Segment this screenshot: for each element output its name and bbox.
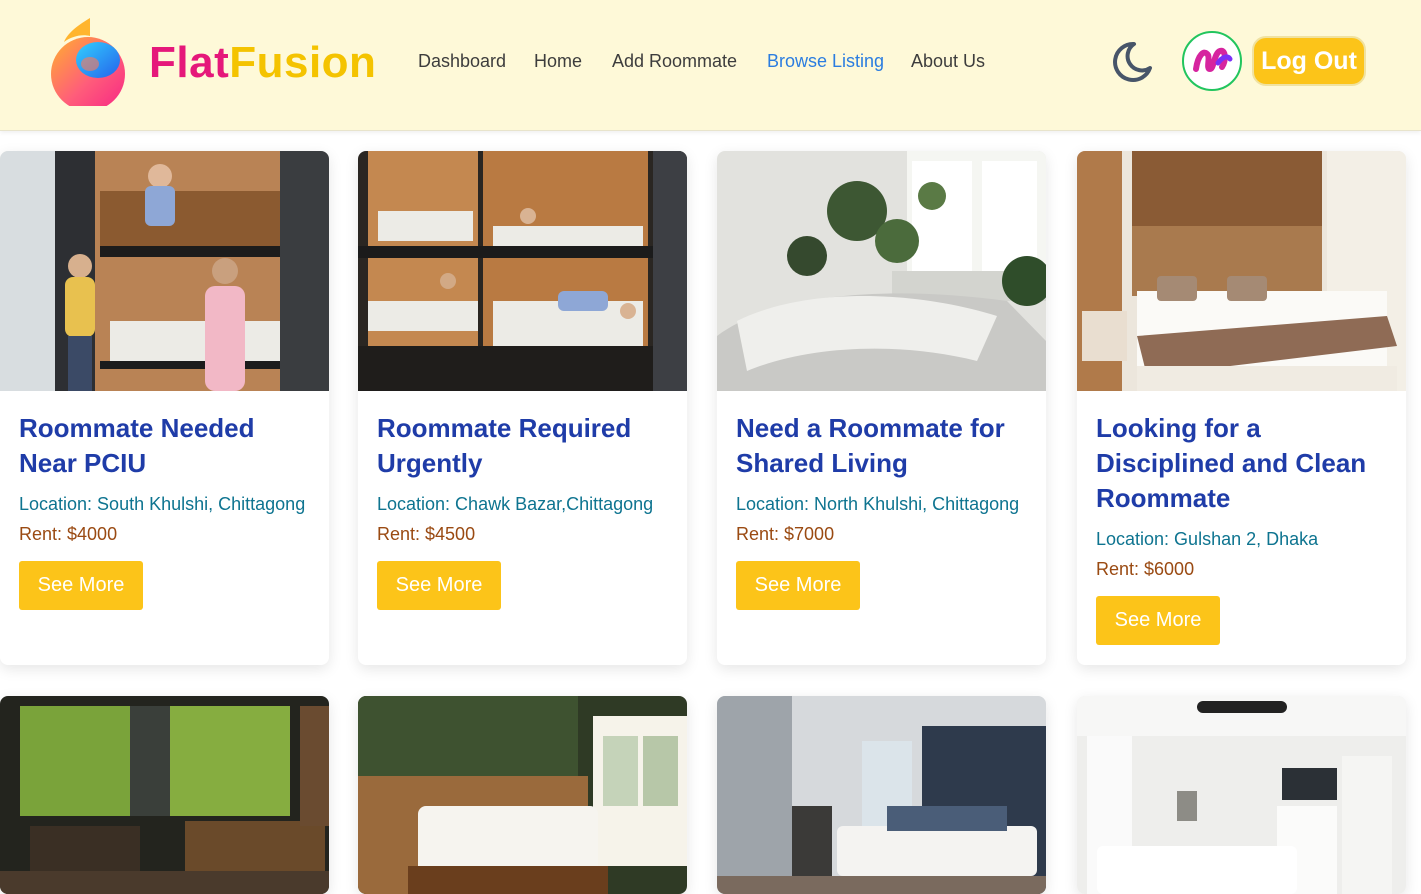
listing-photo (1077, 696, 1406, 894)
avatar-logo-icon (1193, 47, 1233, 73)
listing-photo (717, 151, 1046, 391)
user-avatar[interactable] (1182, 31, 1242, 91)
listing-location: Location: Gulshan 2, Dhaka (1096, 529, 1319, 549)
nav-add-roommate[interactable]: Add Roommate (612, 51, 737, 72)
see-more-button[interactable]: See More (1096, 596, 1220, 645)
listing-photo (358, 151, 687, 391)
nav-browse-listing[interactable]: Browse Listing (767, 51, 884, 72)
see-more-button[interactable]: See More (19, 561, 143, 610)
listing-rent: Rent: $7000 (736, 524, 835, 544)
moon-icon[interactable] (1108, 38, 1156, 86)
listing-card: Looking for a Disciplined and Clean Room… (1077, 151, 1406, 665)
listing-card (1077, 696, 1406, 894)
listing-card (0, 696, 329, 894)
nav-home[interactable]: Home (534, 51, 582, 72)
listing-location: Location: North Khulshi, Chittagong (736, 494, 1020, 514)
nav-about-us[interactable]: About Us (911, 51, 985, 72)
see-more-button[interactable]: See More (377, 561, 501, 610)
listing-photo (0, 151, 329, 391)
listing-card (717, 696, 1046, 894)
listing-rent: Rent: $4500 (377, 524, 476, 544)
logout-button[interactable]: Log Out (1252, 36, 1366, 86)
listing-location: Location: South Khulshi, Chittagong (19, 494, 306, 514)
listing-title[interactable]: Roommate Needed Near PCIU (19, 411, 319, 481)
listing-photo (1077, 151, 1406, 391)
flatfusion-logo-icon[interactable] (50, 16, 128, 106)
listing-card (358, 696, 687, 894)
listing-rent: Rent: $4000 (19, 524, 118, 544)
listing-title[interactable]: Need a Roommate for Shared Living (736, 411, 1036, 481)
listing-title[interactable]: Looking for a Disciplined and Clean Room… (1096, 411, 1396, 516)
listing-location: Location: Chawk Bazar,Chittagong (377, 494, 654, 514)
listing-card: Roommate Needed Near PCIU Location: Sout… (0, 151, 329, 665)
brand-part-fusion: Fusion (229, 38, 377, 87)
listing-card: Need a Roommate for Shared Living Locati… (717, 151, 1046, 665)
brand-part-flat: Flat (149, 38, 230, 87)
listing-card: Roommate Required Urgently Location: Cha… (358, 151, 687, 665)
see-more-button[interactable]: See More (736, 561, 860, 610)
brand-name[interactable]: FlatFusion (149, 38, 376, 88)
listing-photo (0, 696, 329, 894)
listing-photo (717, 696, 1046, 894)
nav-dashboard[interactable]: Dashboard (418, 51, 506, 72)
site-header: FlatFusion Dashboard Home Add Roommate B… (0, 0, 1421, 131)
listing-rent: Rent: $6000 (1096, 559, 1195, 579)
listing-title[interactable]: Roommate Required Urgently (377, 411, 677, 481)
listing-photo (358, 696, 687, 894)
